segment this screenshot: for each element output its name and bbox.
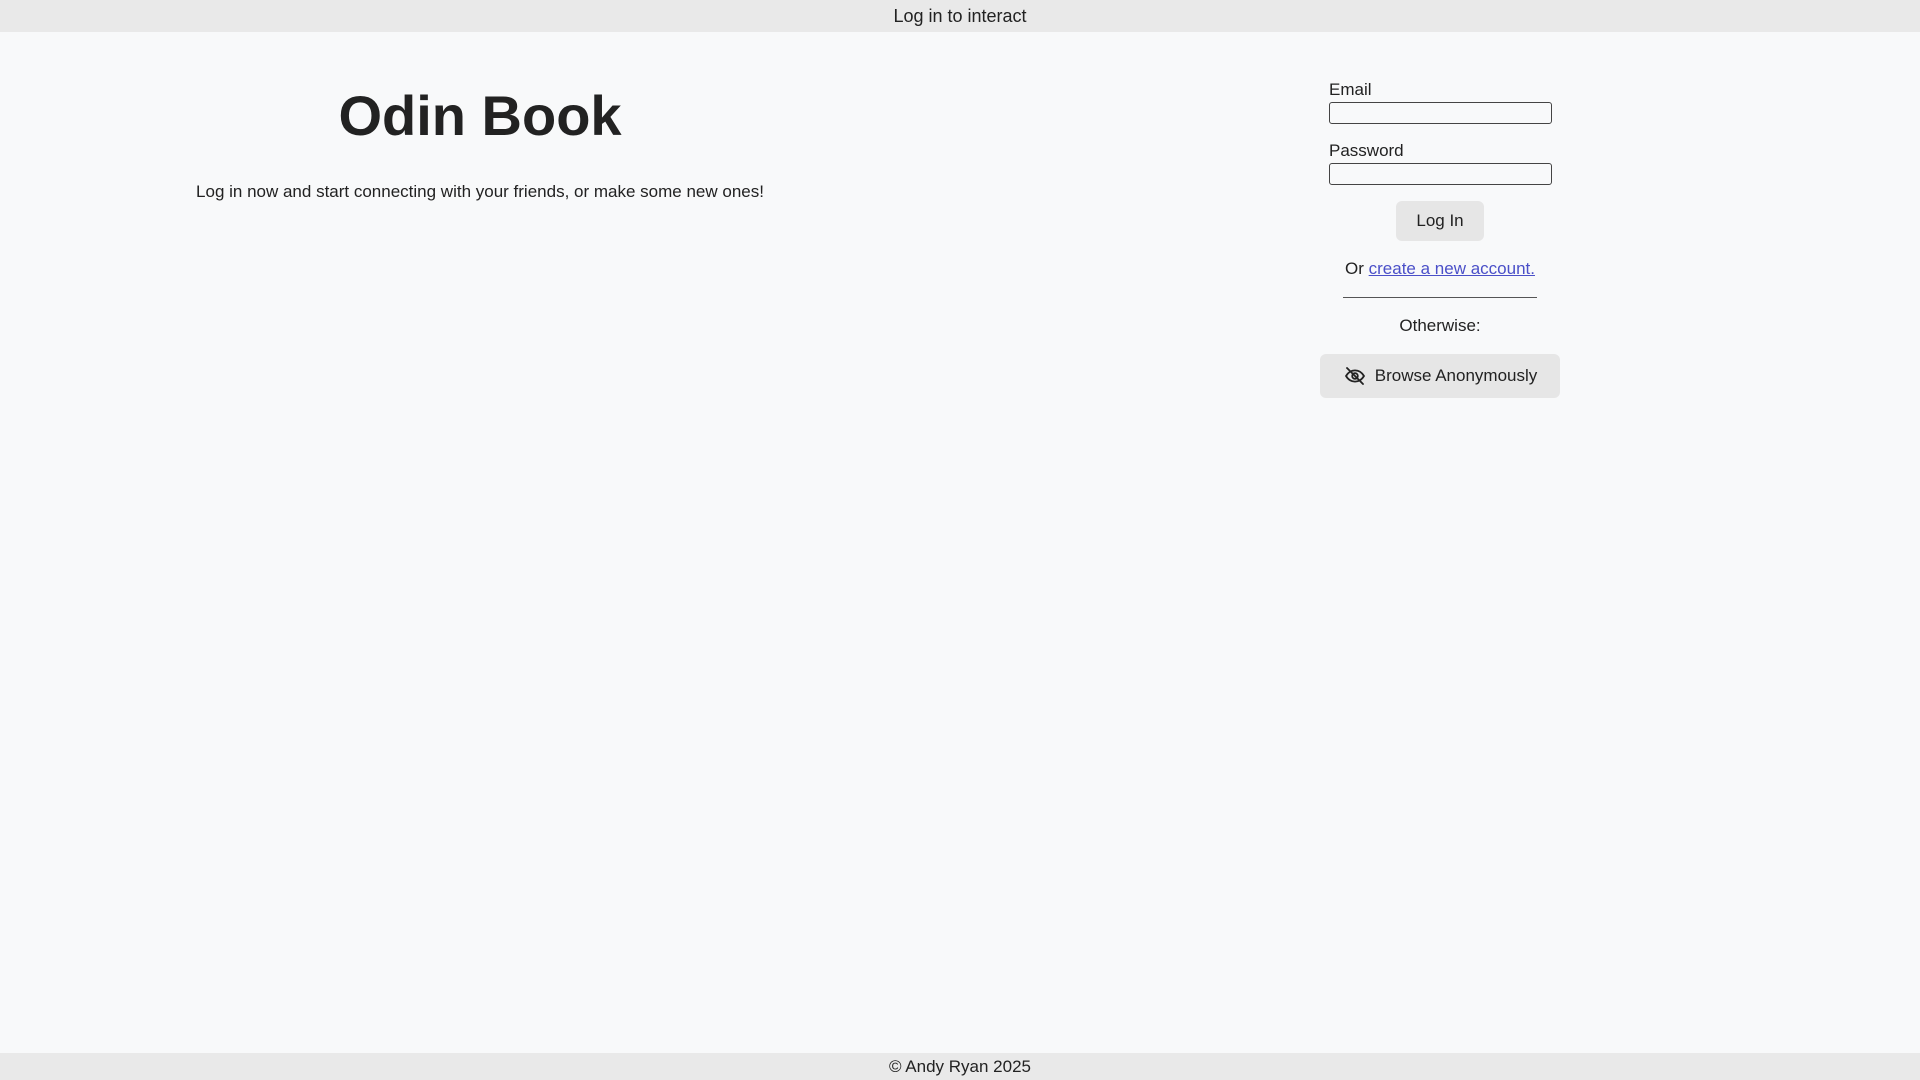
footer: © Andy Ryan 2025 (0, 1053, 1920, 1080)
copyright-text: © Andy Ryan 2025 (888, 1056, 1031, 1076)
otherwise-text: Otherwise: (1399, 316, 1481, 335)
login-form: Email Password Log In Or create a new ac… (1320, 78, 1560, 398)
email-label: Email (1329, 80, 1372, 99)
eye-off-icon (1343, 364, 1367, 388)
password-label: Password (1329, 141, 1404, 160)
top-banner: Log in to interact (0, 0, 1920, 32)
divider (1343, 297, 1537, 298)
or-text: Or (1345, 259, 1369, 278)
create-account-line: Or create a new account. (1320, 259, 1560, 279)
hero-section: Odin Book Log in now and start connectin… (180, 80, 780, 202)
browse-anonymously-label: Browse Anonymously (1374, 366, 1538, 385)
page-title: Odin Book (338, 84, 622, 147)
login-button[interactable]: Log In (1396, 201, 1484, 241)
top-banner-text: Log in to interact (893, 5, 1027, 26)
password-field[interactable] (1329, 163, 1552, 185)
create-account-link[interactable]: create a new account. (1369, 259, 1535, 278)
email-field[interactable] (1329, 102, 1552, 124)
browse-anonymously-button[interactable]: Browse Anonymously (1320, 354, 1560, 398)
page-subtitle: Log in now and start connecting with you… (196, 182, 764, 201)
